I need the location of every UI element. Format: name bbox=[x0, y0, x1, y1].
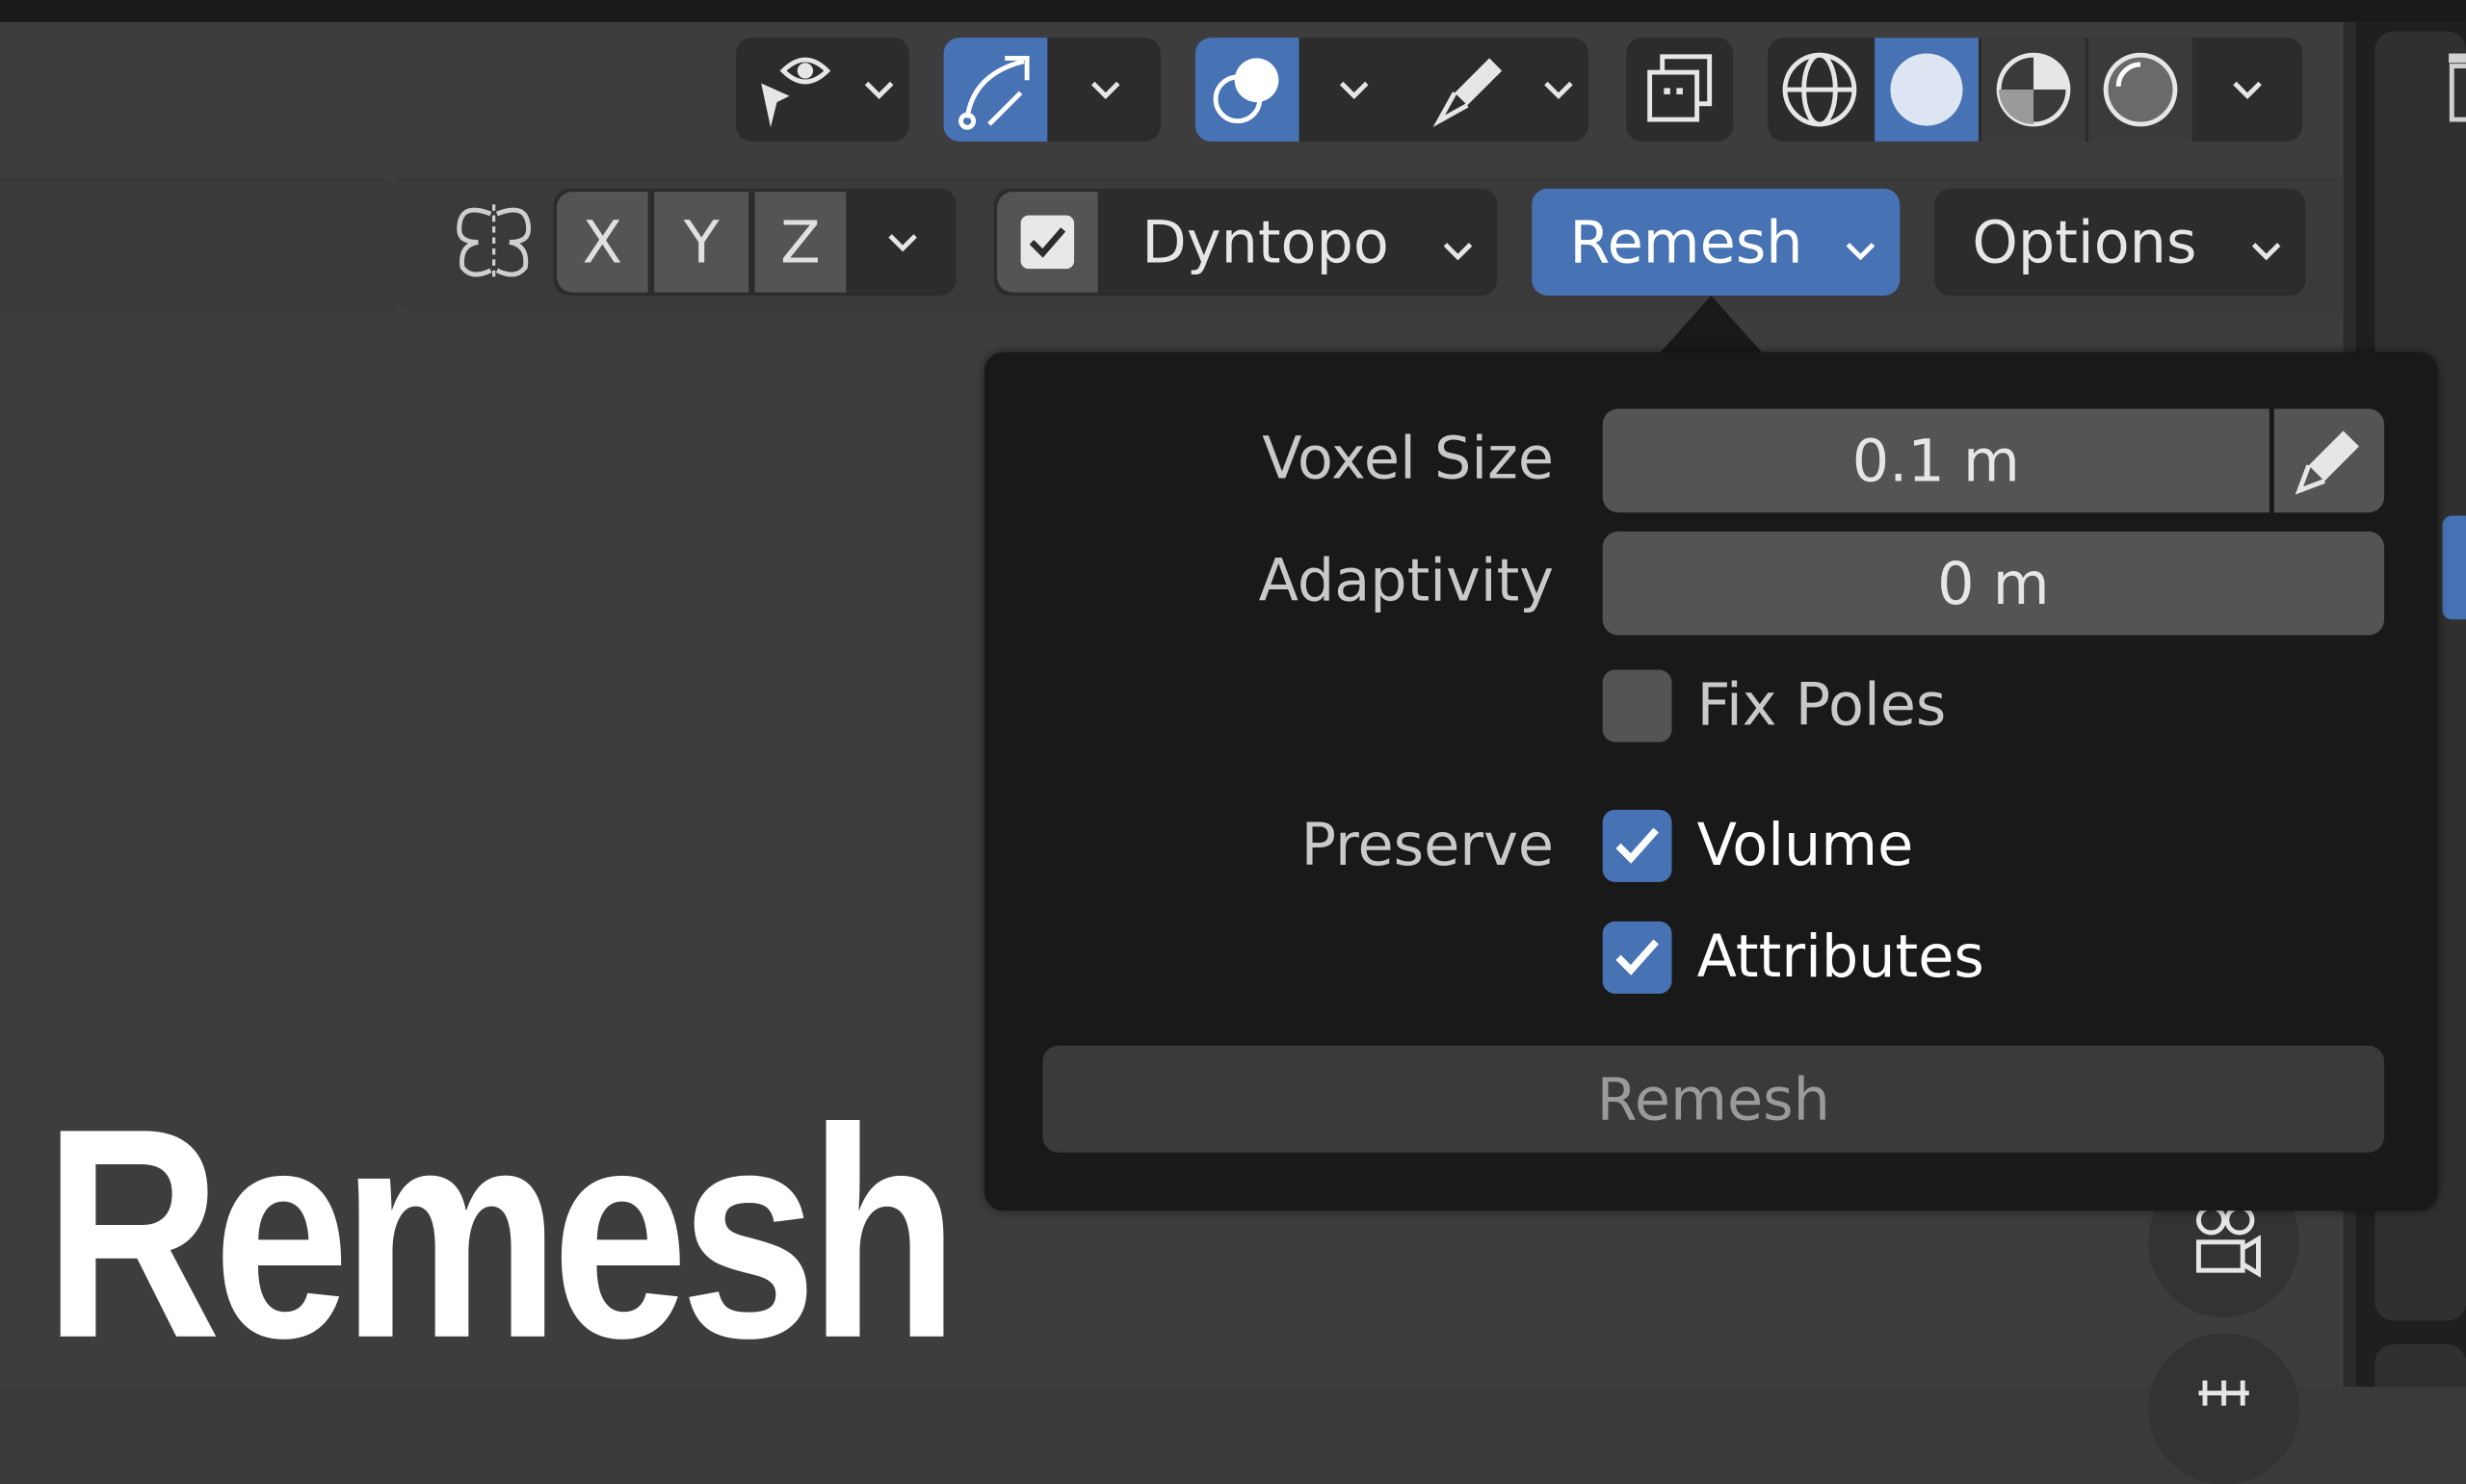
chevron-down-icon[interactable] bbox=[1325, 38, 1384, 142]
fix-poles-label: Fix Poles bbox=[1696, 671, 1947, 740]
solid-sphere-icon bbox=[1890, 53, 1963, 126]
shading-material-button[interactable] bbox=[1981, 38, 2086, 142]
gizmo-toggle-button[interactable] bbox=[943, 38, 1048, 142]
chevron-down-icon bbox=[1843, 208, 1877, 275]
overlay-group bbox=[1194, 38, 1588, 142]
top-bar bbox=[0, 0, 2466, 22]
voxel-size-label: Voxel Size bbox=[1262, 424, 1555, 493]
chevron-down-icon[interactable] bbox=[868, 189, 937, 296]
xray-icon bbox=[1647, 54, 1713, 122]
remesh-menu-label: Remesh bbox=[1569, 208, 1803, 276]
remesh-menu-button[interactable]: Remesh bbox=[1532, 188, 1901, 296]
voxel-size-field[interactable]: 0.1 m bbox=[1602, 408, 2269, 513]
grid-view-button[interactable] bbox=[2148, 1333, 2299, 1484]
fix-poles-checkbox[interactable] bbox=[1602, 669, 1672, 742]
symmetry-group: X Y Z bbox=[553, 188, 957, 296]
preserve-volume-checkbox[interactable] bbox=[1602, 809, 1672, 882]
chevron-down-icon[interactable] bbox=[2217, 38, 2277, 142]
header-left-area bbox=[0, 177, 397, 313]
mirror-z-button[interactable]: Z bbox=[754, 192, 847, 293]
chevron-down-icon[interactable] bbox=[1529, 38, 1588, 142]
gizmo-group bbox=[943, 38, 1161, 142]
dyntopo-checkbox[interactable] bbox=[997, 192, 1098, 293]
selectability-group bbox=[736, 38, 909, 142]
title-overlay: Remesh bbox=[43, 1067, 958, 1401]
preserve-label: Preserve bbox=[1300, 811, 1555, 879]
xray-toggle-button[interactable] bbox=[1626, 38, 1733, 142]
dyntopo-label: Dyntopo bbox=[1141, 208, 1389, 276]
preserve-attributes-checkbox[interactable] bbox=[1602, 921, 1672, 994]
preserve-attributes-label: Attributes bbox=[1696, 923, 1984, 991]
xray-group bbox=[1626, 38, 1734, 142]
check-icon bbox=[1615, 939, 1659, 976]
eye-cursor-icon bbox=[761, 57, 831, 128]
adaptivity-field[interactable]: 0 m bbox=[1602, 531, 2385, 636]
chevron-down-icon bbox=[1441, 208, 1476, 275]
gizmo-arrow-icon bbox=[958, 55, 1030, 130]
overlay-toggle-button[interactable] bbox=[1194, 38, 1299, 142]
preserve-volume-label: Volume bbox=[1696, 811, 1914, 879]
options-menu-label: Options bbox=[1972, 208, 2197, 276]
shading-solid-button[interactable] bbox=[1875, 38, 1979, 142]
remesh-action-button[interactable]: Remesh bbox=[1042, 1045, 2385, 1153]
properties-active-tab[interactable] bbox=[2442, 515, 2466, 620]
check-icon bbox=[1615, 827, 1659, 864]
material-sphere-icon bbox=[1996, 52, 2071, 127]
shading-rendered-button[interactable] bbox=[2088, 38, 2192, 142]
wireframe-sphere-icon bbox=[1782, 52, 1857, 127]
eyedropper-mesh-icon bbox=[1432, 58, 1503, 128]
shading-group bbox=[1768, 38, 2303, 142]
chevron-down-icon[interactable] bbox=[850, 38, 909, 142]
mirror-butterfly-icon bbox=[447, 198, 541, 286]
options-menu-button[interactable]: Options bbox=[1934, 188, 2306, 296]
check-icon bbox=[1029, 227, 1066, 258]
adaptivity-label: Adaptivity bbox=[1258, 547, 1555, 615]
mirror-y-button[interactable]: Y bbox=[654, 192, 749, 293]
voxel-size-sample-button[interactable] bbox=[2273, 408, 2385, 513]
trash-icon[interactable] bbox=[2436, 44, 2466, 126]
eyedropper-icon bbox=[2295, 430, 2359, 495]
chevron-down-icon[interactable] bbox=[1076, 38, 1136, 142]
chevron-down-icon bbox=[2249, 208, 2284, 275]
overlay-circles-icon bbox=[1213, 58, 1279, 124]
mirror-x-button[interactable]: X bbox=[556, 192, 648, 293]
dyntopo-menu[interactable]: Dyntopo bbox=[1104, 189, 1497, 296]
mesh-edit-overlay-button[interactable] bbox=[1415, 38, 1525, 142]
checkbox-box bbox=[1020, 215, 1075, 270]
dyntopo-group: Dyntopo bbox=[993, 188, 1498, 296]
selectability-visibility-button[interactable] bbox=[736, 38, 850, 142]
rendered-sphere-icon bbox=[2103, 52, 2178, 127]
grid-icon bbox=[2198, 1380, 2249, 1406]
properties-panel-bottom bbox=[2374, 1343, 2466, 1387]
blender-screen: X Y Z Dyntopo Remesh Options Voxel Size … bbox=[0, 0, 2466, 1484]
shading-wireframe-button[interactable] bbox=[1768, 38, 1872, 142]
popup-pointer bbox=[1657, 295, 1765, 355]
